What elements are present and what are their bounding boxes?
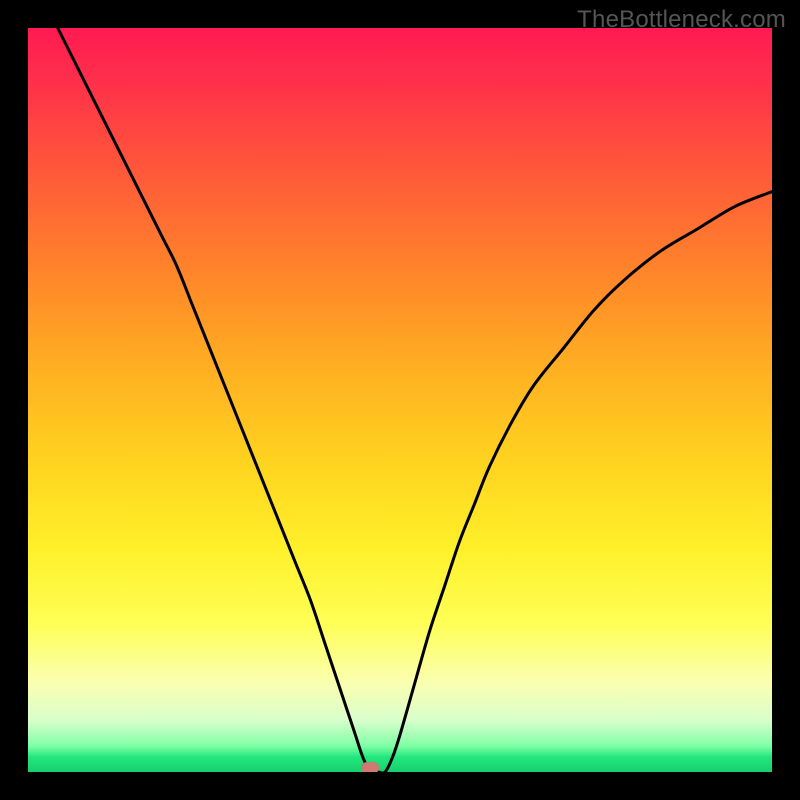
curve-path — [58, 28, 772, 772]
watermark-text: TheBottleneck.com — [577, 6, 786, 34]
chart-frame: TheBottleneck.com — [0, 0, 800, 800]
bottleneck-curve — [28, 28, 772, 772]
optimal-marker — [361, 762, 379, 772]
plot-area — [28, 28, 772, 772]
